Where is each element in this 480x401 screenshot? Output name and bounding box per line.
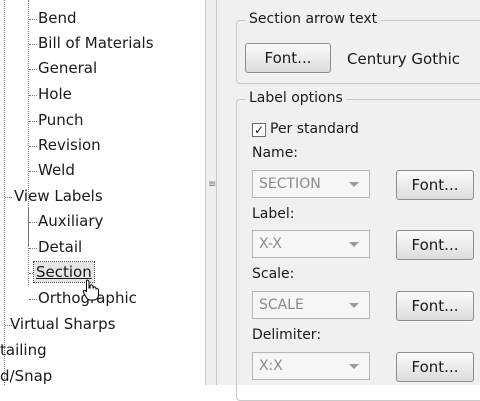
tree-item-weld[interactable]: Weld [38,160,75,180]
splitter-grip-icon: ≡ [208,179,217,190]
label-combo-value: X-X [259,236,282,252]
chevron-down-icon [349,303,359,308]
tree-item-revision[interactable]: Revision [38,135,101,155]
section-arrow-text-title: Section arrow text [246,11,381,27]
tree-item-hole[interactable]: Hole [38,84,72,104]
scale-font-button[interactable]: Font... [396,291,474,321]
scale-field-label: Scale: [252,266,295,282]
tree-item-bend[interactable]: Bend [38,8,77,28]
section-arrow-font-button[interactable]: Font... [245,43,331,73]
section-arrow-font-name: Century Gothic [347,50,461,68]
tree-item-detailing[interactable]: tailing [0,340,47,360]
options-window: Bend Bill of Materials General Hole Punc… [0,0,480,401]
delimiter-combo-value: X:X [259,358,283,374]
tree-item-punch[interactable]: Punch [38,110,84,130]
chevron-down-icon [349,364,359,369]
tree-item-grid-snap[interactable]: d/Snap [0,366,52,385]
label-combo[interactable]: X-X [252,230,370,258]
name-combo[interactable]: SECTION [252,170,370,198]
tree-item-general[interactable]: General [38,58,97,78]
name-combo-value: SECTION [259,176,321,192]
settings-panel: Section arrow text Font... Century Gothi… [217,0,480,401]
per-standard-label: Per standard [270,121,359,137]
label-font-button[interactable]: Font... [396,230,474,260]
delimiter-combo[interactable]: X:X [252,352,370,380]
name-field-label: Name: [252,145,299,161]
chevron-down-icon [349,182,359,187]
label-field-label: Label: [252,206,295,222]
delimiter-font-button[interactable]: Font... [396,352,474,382]
tree-item-virtual-sharps[interactable]: Virtual Sharps [10,314,116,334]
tree-item-view-labels[interactable]: View Labels [14,186,103,206]
delimiter-field-label: Delimiter: [252,327,322,343]
tree-item-bill-of-materials[interactable]: Bill of Materials [38,33,154,53]
tree-item-detail[interactable]: Detail [38,237,82,257]
scale-combo-value: SCALE [259,297,304,313]
hand-pointer-icon [82,279,99,301]
chevron-down-icon [349,242,359,247]
tree-item-auxiliary[interactable]: Auxiliary [38,211,103,231]
options-tree[interactable]: Bend Bill of Materials General Hole Punc… [0,0,205,385]
per-standard-checkbox[interactable]: ✓ [252,123,266,137]
name-font-button[interactable]: Font... [396,170,474,200]
pane-splitter[interactable]: ≡ [205,0,217,385]
label-options-title: Label options [246,90,346,106]
scale-combo[interactable]: SCALE [252,291,370,319]
